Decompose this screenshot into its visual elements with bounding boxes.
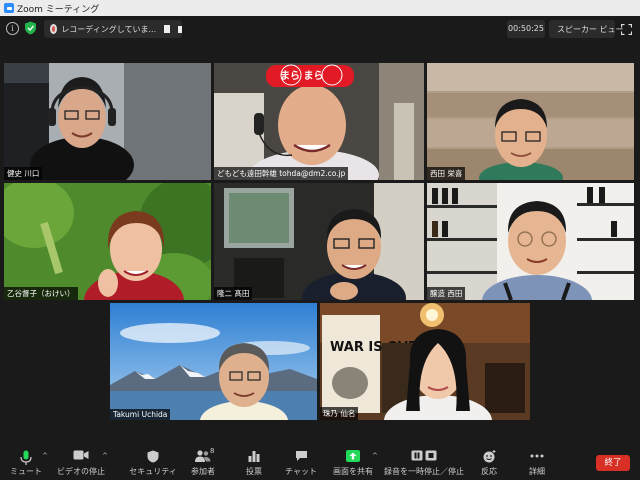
mute-label: ミュート (10, 467, 42, 476)
participant-name: 健史 川口 (4, 167, 43, 180)
encryption-shield-icon[interactable] (24, 21, 37, 35)
reactions-button[interactable]: 反応 (476, 440, 502, 480)
participant-name: 乙谷督子（おけい） (4, 287, 78, 300)
stop-video-label: ビデオの停止 (57, 467, 105, 476)
video-tile-participant-1[interactable]: 健史 川口 (4, 63, 211, 180)
video-camera-icon (73, 450, 89, 460)
participant-name: 醸造 西田 (427, 287, 466, 300)
chat-button[interactable]: チャット (285, 440, 317, 480)
participant-name: 西田 栄喜 (427, 167, 466, 180)
recording-dot-icon (50, 24, 58, 34)
pause-stop-recording-icon (411, 450, 437, 461)
video-tile-participant-7[interactable]: Takumi Uchida (110, 303, 317, 420)
participant-name: 隆二 髙田 (214, 287, 253, 300)
participant-video (427, 183, 634, 300)
share-screen-label: 画面を共有 (333, 467, 373, 476)
participant-video (110, 303, 317, 420)
poll-chart-icon (248, 451, 260, 462)
chat-bubble-icon (295, 451, 307, 461)
recording-control-button[interactable]: 録音を一時停止／停止 (384, 440, 464, 480)
polling-button[interactable]: 投票 (240, 440, 268, 480)
hat-text: まら まら (280, 70, 323, 82)
more-dots-icon (530, 454, 544, 458)
meeting-timer: 00:50:25 (507, 20, 545, 38)
stop-video-button[interactable]: ビデオの停止 (57, 440, 105, 480)
participant-video: まら まら (214, 63, 424, 180)
share-options-chevron-up-icon[interactable]: ^ (372, 452, 378, 460)
speaker-view-button[interactable]: スピーカー ビュー (549, 20, 624, 38)
speaker-view-label: スピーカー ビュー (557, 24, 624, 34)
more-label: 詳細 (529, 467, 545, 476)
share-screen-icon (346, 450, 360, 462)
security-label: セキュリティ (129, 467, 177, 476)
participants-button[interactable]: 参加者 (186, 440, 220, 480)
grid-icon (553, 25, 554, 33)
meeting-topbar: i レコーディングしていま... 00:50:25 スピーカー ビュー (0, 16, 640, 42)
end-meeting-button[interactable]: 終了 (596, 455, 630, 471)
video-tile-participant-2[interactable]: まら まら どもども遠田幹雄 tohda@dm2.co.jp (214, 63, 424, 180)
video-tile-participant-8[interactable]: WAR IS OVER! 珠乃 仙名 (320, 303, 530, 420)
window-title: Zoom ミーティング (17, 4, 100, 15)
recording-status-text: レコーディングしていま... (61, 24, 157, 34)
video-tile-participant-6[interactable]: 醸造 西田 (427, 183, 634, 300)
participant-name: Takumi Uchida (110, 409, 171, 420)
zoom-logo-icon (4, 3, 14, 13)
participant-video (214, 183, 424, 300)
participant-video (4, 183, 211, 300)
emoji-reaction-icon (483, 450, 495, 463)
reactions-label: 反応 (481, 467, 497, 476)
security-shield-icon (147, 450, 159, 463)
participant-video: WAR IS OVER! (320, 303, 530, 420)
polling-label: 投票 (246, 467, 262, 476)
microphone-icon (20, 450, 32, 465)
security-button[interactable]: セキュリティ (129, 440, 177, 480)
audio-options-chevron-up-icon[interactable]: ^ (42, 452, 48, 460)
video-options-chevron-up-icon[interactable]: ^ (102, 452, 108, 460)
participant-video (4, 63, 211, 180)
fullscreen-icon[interactable] (621, 24, 632, 35)
participants-count: 8 (210, 447, 215, 455)
window-titlebar: Zoom ミーティング (0, 0, 640, 16)
chat-label: チャット (285, 467, 317, 476)
pause-recording-icon[interactable] (164, 25, 171, 33)
participants-icon (195, 450, 211, 462)
video-tile-participant-4[interactable]: 乙谷督子（おけい） (4, 183, 211, 300)
participant-name: 珠乃 仙名 (320, 407, 359, 420)
video-tile-participant-5[interactable]: 隆二 髙田 (214, 183, 424, 300)
info-icon[interactable]: i (6, 22, 19, 35)
participants-label: 参加者 (191, 467, 215, 476)
recording-indicator: レコーディングしていま... (44, 20, 182, 38)
stop-recording-icon[interactable] (178, 25, 182, 33)
participant-video (427, 63, 634, 180)
participant-name: どもども遠田幹雄 tohda@dm2.co.jp (214, 167, 349, 180)
mute-button[interactable]: ミュート (8, 440, 44, 480)
video-tile-participant-3[interactable]: 西田 栄喜 (427, 63, 634, 180)
more-button[interactable]: 詳細 (524, 440, 550, 480)
share-screen-button[interactable]: 画面を共有 (333, 440, 373, 480)
recording-control-label: 録音を一時停止／停止 (384, 467, 464, 476)
meeting-toolbar: ミュート ^ ビデオの停止 ^ セキュリティ 参加者 8 投票 チャット 画面を… (0, 440, 640, 480)
zoom-meeting-window: Zoom ミーティング i レコーディングしていま... 00:50:25 スピ… (0, 0, 640, 480)
